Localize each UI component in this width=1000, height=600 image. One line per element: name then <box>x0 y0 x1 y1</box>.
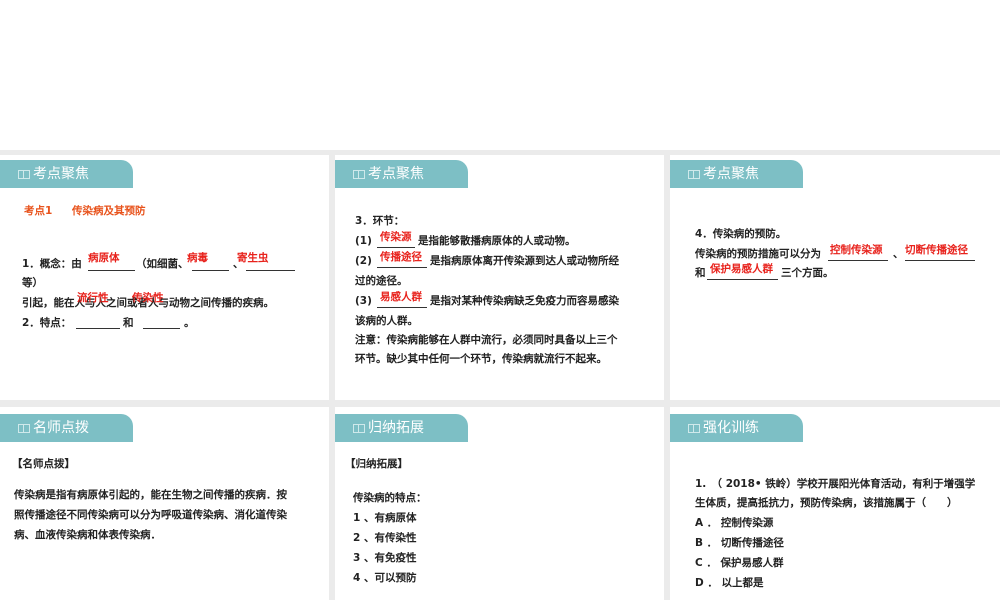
text: (2) <box>355 255 372 267</box>
blank-line <box>76 328 120 329</box>
section-tab: 强化训练 <box>670 414 803 442</box>
section-tab: 名师点拨 <box>0 414 133 442</box>
text: 注意：传染病能够在人群中流行，必须同时具备以上三个 <box>355 334 618 346</box>
question-text: 生体质，提高抵抗力，预防传染病，该措施属于（ ） <box>695 497 958 509</box>
blank-line <box>246 270 295 271</box>
blank-line <box>377 247 415 248</box>
book-icon <box>353 423 365 433</box>
section-tab: 考点聚焦 <box>0 160 133 188</box>
book-icon <box>688 423 700 433</box>
text: 【名师点拨】 <box>12 458 75 470</box>
tab-label: 归纳拓展 <box>368 420 424 436</box>
topic-title: 传染病及其预防 <box>72 205 146 217</box>
book-icon <box>18 169 30 179</box>
text: 照传播途径不同传染病可以分为呼吸道传染病、消化道传染 <box>14 509 287 521</box>
text: 环节。缺少其中任何一个环节，传染病就流行不起来。 <box>355 353 607 365</box>
tab-label: 考点聚焦 <box>33 166 89 182</box>
text: (1) <box>355 235 372 247</box>
blank-line <box>377 307 427 308</box>
option-a[interactable]: A ． 控制传染源 <box>695 516 773 530</box>
text: （如细菌、 <box>136 258 189 270</box>
text: 过的途径。 <box>355 275 408 287</box>
text: 传染病的特点： <box>353 492 427 504</box>
blank-line <box>192 270 229 271</box>
slide-practice[interactable]: 强化训练 1. （ 2018• 铁岭）学校开展阳光体育活动，有利于增强学 生体质… <box>670 407 1000 600</box>
text: 、 <box>893 248 904 260</box>
slide-kaodian-1[interactable]: 考点聚焦 考点1 传染病及其预防 1．概念：由 病原体 （如细菌、 病毒 、 寄… <box>0 155 329 400</box>
blank-line <box>828 260 888 261</box>
answer: 切断传播途径 <box>905 244 968 256</box>
slide-kaodian-3[interactable]: 考点聚焦 4．传染病的预防。 传染病的预防措施可以分为 控制传染源 、 切断传播… <box>670 155 1000 400</box>
answer: 保护易感人群 <box>710 263 773 275</box>
text: 1．概念：由 <box>22 258 82 270</box>
tab-label: 强化训练 <box>703 420 759 436</box>
text: 【归纳拓展】 <box>345 458 408 470</box>
text: 和 <box>695 267 706 279</box>
question-text: 1. （ 2018• 铁岭）学校开展阳光体育活动，有利于增强学 <box>695 478 976 490</box>
section-tab: 考点聚焦 <box>335 160 468 188</box>
tab-label: 考点聚焦 <box>368 166 424 182</box>
answer: 传染性 <box>132 292 164 304</box>
text: 3．环节： <box>355 215 405 227</box>
blank-line <box>905 260 975 261</box>
list-item: 2 、有传染性 <box>353 532 417 544</box>
answer: 易感人群 <box>380 291 422 303</box>
text: 等） <box>22 277 43 289</box>
slide-kaodian-2[interactable]: 考点聚焦 3．环节： (1) 传染源 是指能够散播病原体的人或动物。 (2) 传… <box>335 155 664 400</box>
answer: 控制传染源 <box>830 244 883 256</box>
blank-line <box>143 328 180 329</box>
text: 该病的人群。 <box>355 315 418 327</box>
text: 传染病的预防措施可以分为 <box>695 248 821 260</box>
answer: 病原体 <box>88 252 120 264</box>
slide-summary[interactable]: 归纳拓展 【归纳拓展】 传染病的特点： 1 、有病原体 2 、有传染性 3 、有… <box>335 407 664 600</box>
answer: 病毒 <box>187 252 208 264</box>
list-item: 4 、可以预防 <box>353 572 417 584</box>
book-icon <box>353 169 365 179</box>
text: 是指能够散播病原体的人或动物。 <box>418 235 576 247</box>
section-tab: 归纳拓展 <box>335 414 468 442</box>
blank-line <box>707 279 778 280</box>
text: 病、血液传染病和体表传染病． <box>14 529 161 541</box>
answer: 寄生虫 <box>237 252 269 264</box>
text: 三个方面。 <box>781 267 834 279</box>
blank-line <box>88 270 135 271</box>
option-b[interactable]: B ． 切断传播途径 <box>695 536 784 550</box>
answer: 传播途径 <box>380 251 422 263</box>
book-icon <box>688 169 700 179</box>
list-item: 3 、有免疫性 <box>353 552 417 564</box>
blank-line <box>377 267 427 268</box>
top-blank-area <box>0 0 1000 150</box>
option-d[interactable]: D ． 以上都是 <box>695 576 764 590</box>
tab-label: 名师点拨 <box>33 420 89 436</box>
book-icon <box>18 423 30 433</box>
text: 2．特点： <box>22 317 72 329</box>
section-tab: 考点聚焦 <box>670 160 803 188</box>
option-c[interactable]: C ． 保护易感人群 <box>695 556 784 570</box>
tab-label: 考点聚焦 <box>703 166 759 182</box>
text: 传染病是指有病原体引起的，能在生物之间传播的疾病．按 <box>14 489 287 501</box>
answer: 传染源 <box>380 231 412 243</box>
text: 和 <box>123 317 134 329</box>
topic-number: 考点1 <box>24 205 53 217</box>
text: 4．传染病的预防。 <box>695 228 787 240</box>
text: 是指病原体离开传染源到达人或动物所经 <box>430 255 619 267</box>
text: 是指对某种传染病缺乏免疫力而容易感染 <box>430 295 619 307</box>
list-item: 1 、有病原体 <box>353 512 417 524</box>
text: (3) <box>355 295 372 307</box>
slide-teacher-tips[interactable]: 名师点拨 【名师点拨】 传染病是指有病原体引起的，能在生物之间传播的疾病．按 照… <box>0 407 329 600</box>
answer: 流行性 <box>77 292 109 304</box>
text: 。 <box>184 317 195 329</box>
